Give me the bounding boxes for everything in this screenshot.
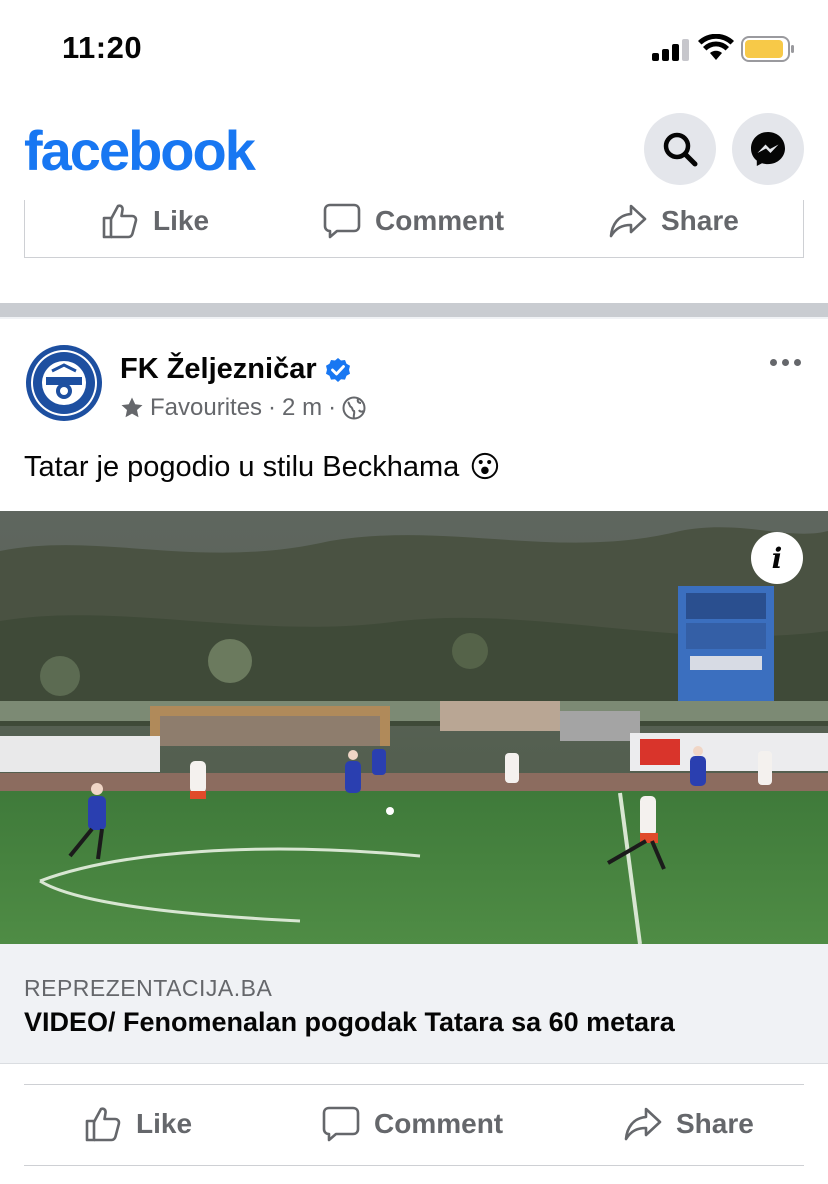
comment-icon — [322, 1106, 360, 1142]
star-icon — [121, 397, 143, 418]
post-meta: Favourites · 2 m · — [120, 394, 366, 422]
link-domain: REPREZENTACIJA.BA — [24, 975, 273, 1001]
share-button[interactable]: Share — [609, 202, 739, 240]
football-match-image — [0, 511, 828, 944]
share-label: Share — [676, 1108, 754, 1139]
more-dot — [770, 358, 777, 366]
like-button[interactable]: Like — [101, 202, 209, 240]
messenger-icon — [751, 132, 785, 166]
info-icon: i — [771, 541, 783, 575]
facebook-logo[interactable]: facebook — [24, 118, 256, 183]
messenger-button[interactable] — [732, 113, 804, 185]
share-label: Share — [661, 205, 739, 236]
status-time: 11:20 — [62, 30, 143, 65]
thumbs-up-icon — [85, 1107, 121, 1142]
info-button[interactable]: i — [751, 532, 803, 584]
more-dot — [782, 358, 789, 366]
comment-icon — [323, 203, 361, 239]
favourites-label[interactable]: Favourites — [150, 394, 262, 422]
globe-icon — [342, 396, 366, 420]
post-action-bar: Like Comment Share — [24, 1084, 804, 1166]
more-dot — [794, 358, 801, 366]
page-name-label: FK Željezničar — [120, 353, 317, 385]
comment-button[interactable]: Comment — [322, 1105, 503, 1143]
feed-separator — [0, 303, 828, 317]
like-button[interactable]: Like — [84, 1105, 192, 1143]
app-header: facebook — [0, 100, 828, 200]
link-preview[interactable] — [0, 944, 828, 1064]
cellular-signal-icon — [652, 39, 690, 61]
previous-post-action-bar: Like Comment Share — [24, 200, 804, 258]
more-options-button[interactable] — [770, 352, 806, 372]
comment-label: Comment — [374, 1108, 504, 1139]
verified-badge-icon — [325, 357, 350, 382]
battery-icon — [741, 36, 794, 62]
post-text: Tatar je pogodio u stilu Beckhama 😮 — [24, 450, 501, 485]
meta-separator: · — [328, 394, 337, 421]
feed-separator-inner — [0, 317, 828, 319]
post-time[interactable]: 2 m — [282, 394, 322, 422]
share-icon — [624, 1107, 662, 1141]
meta-separator: · — [268, 394, 277, 421]
share-button[interactable]: Share — [624, 1105, 754, 1143]
search-icon — [663, 132, 698, 167]
post-text-content: Tatar je pogodio u stilu Beckhama — [24, 451, 460, 483]
club-crest-logo — [24, 343, 104, 423]
status-bar: 11:20 — [0, 0, 828, 100]
page-avatar[interactable] — [24, 343, 104, 423]
comment-button[interactable]: Comment — [323, 202, 504, 240]
like-label: Like — [153, 205, 210, 236]
wifi-icon — [698, 34, 734, 60]
thumbs-up-icon — [102, 204, 138, 239]
search-button[interactable] — [644, 113, 716, 185]
like-label: Like — [136, 1108, 193, 1139]
surprised-emoji: 😮 — [469, 451, 501, 484]
page-name[interactable]: FK Željezničar — [120, 353, 351, 386]
share-icon — [609, 204, 647, 238]
link-title[interactable]: VIDEO/ Fenomenalan pogodak Tatara sa 60 … — [24, 1007, 675, 1038]
comment-label: Comment — [375, 205, 505, 236]
video-thumbnail[interactable] — [0, 511, 828, 944]
